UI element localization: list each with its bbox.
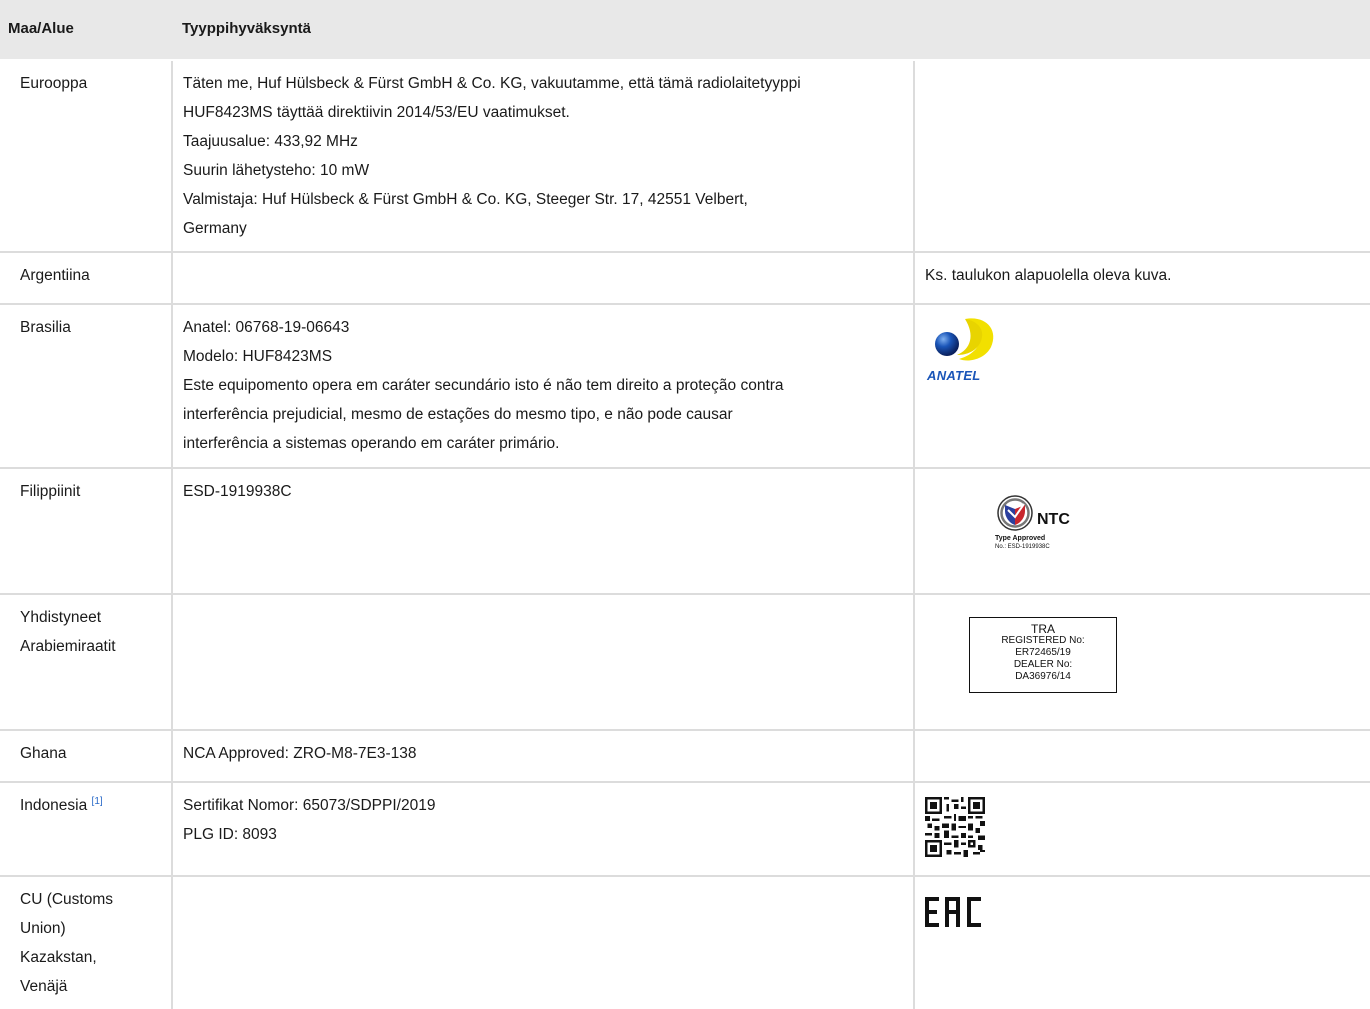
- region-label: Venäjä: [20, 978, 68, 995]
- tra-line: TRA: [1031, 622, 1055, 636]
- table-row-philippines: Filippiinit ESD-1919938C NTC Type Approv…: [0, 468, 1370, 595]
- tra-line: REGISTERED No:: [1001, 635, 1085, 646]
- approval-line: Sertifikat Nomor: 65073/SDPPI/2019: [183, 797, 436, 814]
- approval-text-cell: ESD-1919938C: [171, 468, 914, 595]
- tra-line: DA36976/14: [1015, 671, 1071, 682]
- region-cell: Filippiinit: [0, 468, 172, 595]
- region-label: Filippiinit: [20, 483, 81, 500]
- tra-label: TRA REGISTERED No: ER72465/19 DEALER No:…: [969, 617, 1117, 693]
- ntc-wordmark: NTC: [1037, 511, 1070, 528]
- region-label: Argentiina: [20, 267, 90, 284]
- page: Maa/Alue Tyyppihyväksyntä Eurooppa Täten…: [0, 0, 1370, 1009]
- region-cell: Argentiina: [0, 252, 172, 305]
- region-label: CU (Customs: [20, 891, 114, 908]
- table-row-indonesia: Indonesia [1] Sertifikat Nomor: 65073/SD…: [0, 782, 1370, 877]
- table-row-uae: Yhdistyneet Arabiemiraatit TRA REGISTERE…: [0, 594, 1370, 731]
- table-row-argentina: Argentiina Ks. taulukon alapuolella olev…: [0, 252, 1370, 305]
- mark-cell: [913, 782, 1370, 877]
- region-label: Brasilia: [20, 319, 71, 336]
- anatel-symbol-icon: [935, 318, 994, 361]
- region-cell: Brasilia: [0, 304, 172, 469]
- anatel-wordmark: ANATEL: [927, 368, 981, 383]
- table-row-brazil: Brasilia Anatel: 06768-19-06643 Modelo: …: [0, 304, 1370, 469]
- table-header-row: Maa/Alue Tyyppihyväksyntä: [0, 0, 1370, 61]
- ntc-number: No.: ESD-1919938C: [995, 544, 1050, 550]
- region-cell: Yhdistyneet Arabiemiraatit: [0, 594, 172, 731]
- mark-cell: NTC Type Approved No.: ESD-1919938C: [913, 468, 1370, 595]
- mark-cell: [913, 60, 1370, 253]
- approval-line: interferência prejudicial, mesmo de esta…: [183, 406, 733, 423]
- approval-text-cell: NCA Approved: ZRO-M8-7E3-138: [171, 730, 914, 783]
- mark-note: Ks. taulukon alapuolella oleva kuva.: [913, 252, 1370, 305]
- eac-mark-icon: [925, 897, 981, 927]
- region-cell: Eurooppa: [0, 60, 172, 253]
- approval-line: Suurin lähetysteho: 10 mW: [183, 162, 370, 179]
- approval-text-cell: [171, 594, 914, 731]
- approval-text-cell: [171, 252, 914, 305]
- region-label: Arabiemiraatit: [20, 638, 116, 655]
- mark-cell: TRA REGISTERED No: ER72465/19 DEALER No:…: [913, 594, 1370, 731]
- region-label: Ghana: [20, 745, 67, 762]
- ntc-type-approved: Type Approved: [995, 535, 1046, 542]
- approval-line: Täten me, Huf Hülsbeck & Fürst GmbH & Co…: [183, 75, 801, 92]
- table-row-customs-union: CU (Customs Union) Kazakstan, Venäjä: [0, 876, 1370, 1009]
- region-label: Eurooppa: [20, 75, 88, 92]
- approval-line: Modelo: HUF8423MS: [183, 348, 333, 365]
- approval-line: Este equipomento opera em caráter secund…: [183, 377, 784, 394]
- ntc-logo: NTC Type Approved No.: ESD-1919938C: [995, 495, 1095, 555]
- region-label: Kazakstan,: [20, 949, 97, 966]
- column-header-approval: Tyyppihyväksyntä: [172, 0, 914, 61]
- ntc-seal-icon: [997, 495, 1033, 531]
- approval-text-cell: Täten me, Huf Hülsbeck & Fürst GmbH & Co…: [171, 60, 914, 253]
- approval-line: PLG ID: 8093: [183, 826, 277, 843]
- table-row-europe: Eurooppa Täten me, Huf Hülsbeck & Fürst …: [0, 60, 1370, 253]
- type-approval-table: Maa/Alue Tyyppihyväksyntä Eurooppa Täten…: [0, 0, 1370, 1009]
- approval-line: Germany: [183, 220, 247, 237]
- approval-text-cell: Sertifikat Nomor: 65073/SDPPI/2019 PLG I…: [171, 782, 914, 877]
- region-cell: CU (Customs Union) Kazakstan, Venäjä: [0, 876, 172, 1009]
- region-label: Union): [20, 920, 66, 937]
- eac-logo: [925, 897, 1360, 927]
- footnote-ref-link[interactable]: [1]: [92, 796, 103, 807]
- approval-line: ESD-1919938C: [183, 483, 292, 500]
- approval-line: Valmistaja: Huf Hülsbeck & Fürst GmbH & …: [183, 191, 748, 208]
- column-header-mark: [914, 0, 1370, 61]
- tra-line: DEALER No:: [1013, 659, 1073, 670]
- region-label: Yhdistyneet: [20, 609, 101, 626]
- approval-text-cell: [171, 876, 914, 1009]
- approval-line: interferência a sistemas operando em car…: [183, 435, 560, 452]
- region-label: Indonesia: [20, 797, 88, 814]
- mark-cell: [913, 876, 1370, 1009]
- mark-cell: ANATEL: [913, 304, 1370, 469]
- region-cell: Indonesia [1]: [0, 782, 172, 877]
- approval-line: Anatel: 06768-19-06643: [183, 319, 350, 336]
- qr-code-icon: [925, 797, 985, 857]
- approval-text-cell: Anatel: 06768-19-06643 Modelo: HUF8423MS…: [171, 304, 914, 469]
- mark-cell: [913, 730, 1370, 783]
- region-cell: Ghana: [0, 730, 172, 783]
- approval-line: Taajuusalue: 433,92 MHz: [183, 133, 358, 150]
- approval-line: NCA Approved: ZRO-M8-7E3-138: [183, 745, 417, 762]
- approval-line: HUF8423MS täyttää direktiivin 2014/53/EU…: [183, 104, 570, 121]
- column-header-region: Maa/Alue: [0, 0, 172, 61]
- tra-line: ER72465/19: [1015, 647, 1071, 658]
- anatel-logo: ANATEL: [925, 315, 1001, 383]
- table-row-ghana: Ghana NCA Approved: ZRO-M8-7E3-138: [0, 730, 1370, 783]
